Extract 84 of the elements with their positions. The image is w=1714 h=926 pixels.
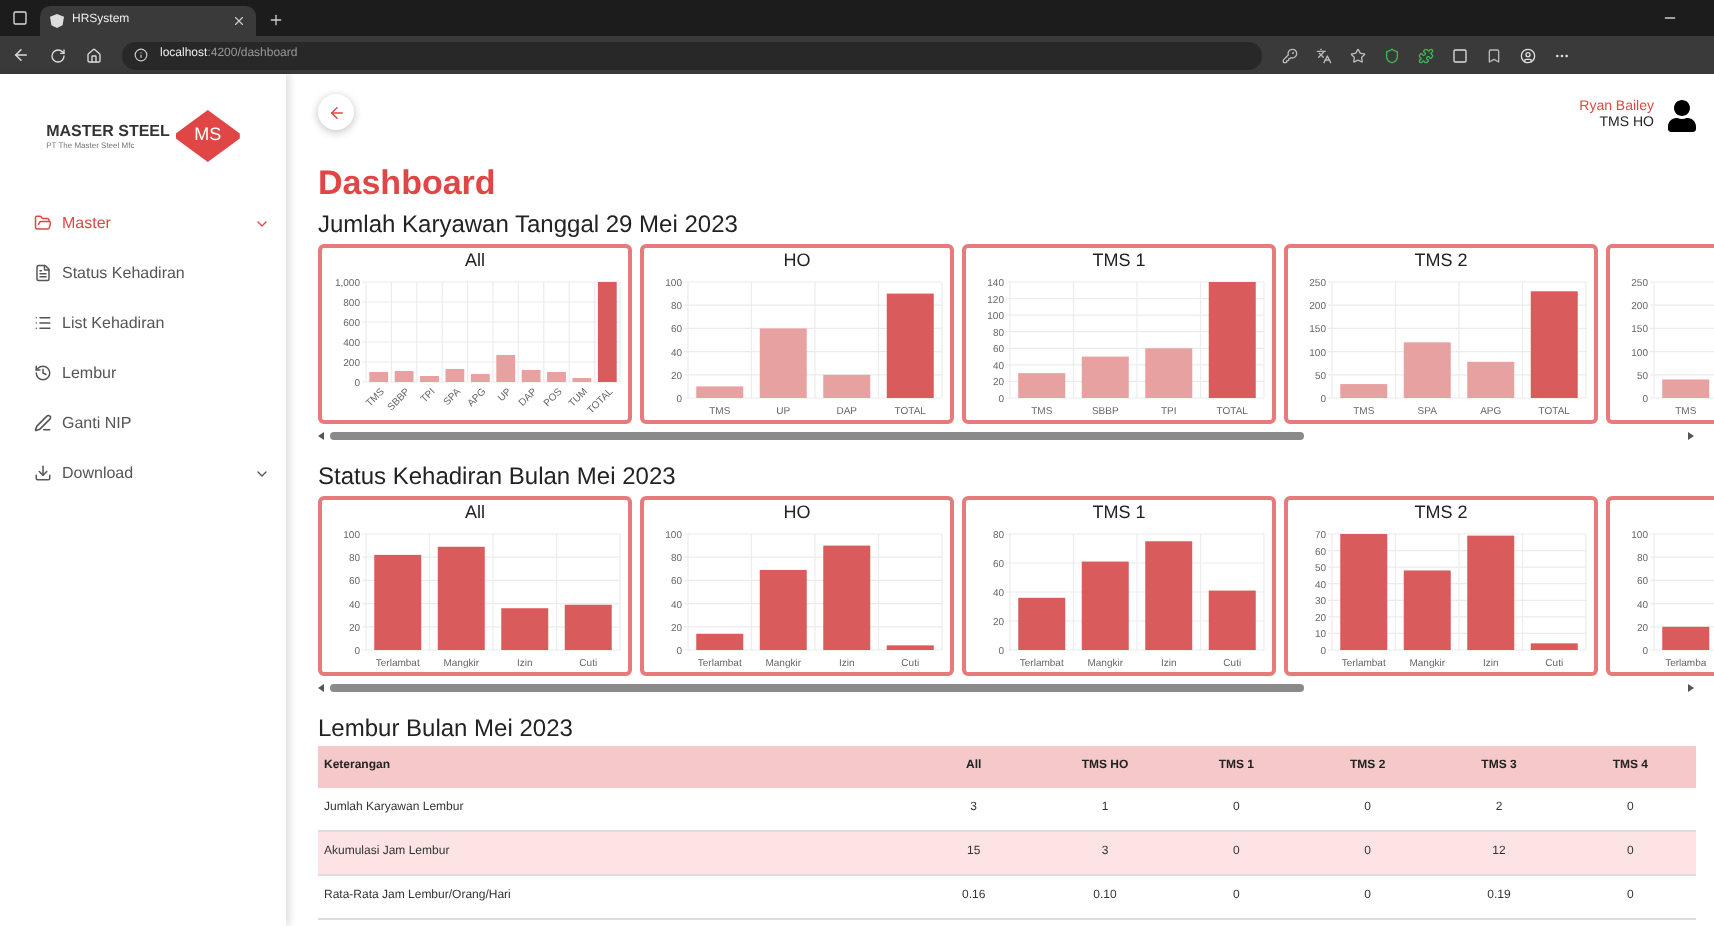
new-tab-icon[interactable] [268,12,284,28]
profile-icon[interactable] [1520,47,1536,63]
chart-bar [822,374,870,398]
chart-title: TMS 1 [1092,250,1146,270]
back-button[interactable] [318,94,354,130]
key-icon[interactable] [1282,47,1298,63]
menu-item-icon [34,214,52,232]
section-title: Status Kehadiran Bulan Mei 2023 [318,462,676,490]
shield-icon[interactable] [1384,47,1400,63]
chart-bar [885,645,933,650]
puzzle-icon[interactable] [1418,47,1434,63]
section-title: Lembur Bulan Mei 2023 [318,714,573,742]
chart-bar [1144,348,1192,398]
chart-bar [695,633,743,650]
home-icon[interactable] [86,47,102,63]
chart-bar [444,369,464,382]
chart-bar [1661,379,1709,398]
sidebar-item[interactable]: List Kehadiran [0,298,286,348]
sidebar-item[interactable]: Master [0,198,286,248]
chart-bar [500,608,548,650]
menu-item-icon [34,464,52,482]
menu-item-icon [34,264,52,282]
chart-title: All [464,502,485,522]
chart-bar [1080,561,1128,650]
chart-bar [520,370,540,382]
chart-title: All [464,250,485,270]
translate-icon[interactable] [1316,47,1332,63]
chart-bar [758,569,806,650]
chart-bar [822,545,870,650]
chart-bar [546,372,565,382]
chart-bar [1466,535,1514,650]
chart-bar [469,374,489,382]
chart-bar [373,554,421,650]
menu-item-icon [34,414,52,432]
reload-icon[interactable] [50,47,66,63]
page-title: Dashboard [318,164,496,202]
chart-bar [563,604,611,650]
chart-bar [1207,590,1255,650]
back-arrow-icon [327,103,345,121]
chart-bar [1339,534,1387,650]
bookmark-icon[interactable] [1486,47,1502,63]
close-icon[interactable] [232,14,246,28]
chart-bar [1661,626,1709,650]
chart-bar [393,371,413,382]
chart-title: TMS 2 [1414,502,1468,522]
chart-bar [1017,373,1065,398]
chart-bar [368,372,388,382]
sidebar-item[interactable]: Lembur [0,348,286,398]
chart-bar [436,546,484,650]
chart-bar [1080,356,1128,398]
window-icon [12,10,28,26]
chart-title: HO [783,250,811,270]
chart-bar [1529,291,1577,398]
sidebar-item[interactable]: Download [0,448,286,498]
back-icon[interactable] [12,46,30,64]
chart-bar [1402,342,1450,398]
sidebar-item[interactable]: Status Kehadiran [0,248,286,298]
info-icon[interactable] [134,48,148,62]
chart-title: TMS 2 [1414,250,1468,270]
chart-bar [1339,384,1387,398]
star-icon[interactable] [1350,47,1366,63]
chart-bar [1402,570,1450,650]
favicon-icon [50,14,64,28]
user-avatar-icon[interactable] [1666,100,1698,132]
sidebar-item[interactable]: Ganti NIP [0,398,286,448]
chart-bar [1466,361,1514,398]
chart-bar [695,386,743,398]
chart-title: TMS 1 [1092,502,1146,522]
menu-item-icon [34,364,52,382]
chart-bar [1017,597,1065,650]
menu-item-icon [34,314,52,332]
chart-bar [758,328,806,398]
chart-bar [596,282,616,382]
chart-bar [1144,541,1192,650]
chart-bar [495,355,515,382]
chart-title: HO [783,502,811,522]
logo-wordmark: MASTER STEEL [46,121,170,139]
chart-bar [1207,282,1255,398]
logo-badge: MS [175,110,240,162]
section-title: Jumlah Karyawan Tanggal 29 Mei 2023 [318,210,738,238]
chart-bar [885,293,933,398]
chart-bar [1529,643,1577,650]
chart-bar [419,376,438,382]
square-icon[interactable] [1452,47,1468,63]
